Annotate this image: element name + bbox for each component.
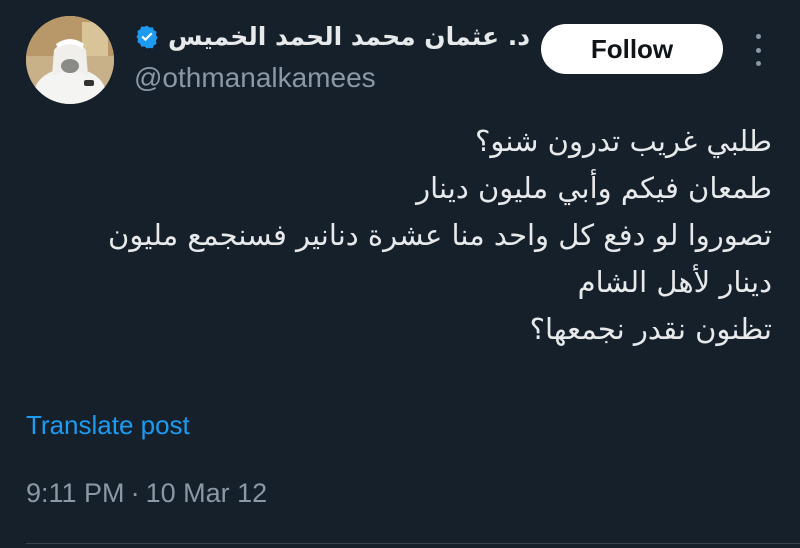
user-handle[interactable]: @othmanalkamees (134, 62, 376, 94)
follow-button[interactable]: Follow (541, 24, 723, 74)
divider (26, 543, 800, 544)
tweet-text: طلبي غريب تدرون شنو؟ طمعان فيكم وأبي ملي… (12, 118, 772, 353)
tweet-line: دينار لأهل الشام (577, 265, 772, 299)
timestamp[interactable]: 9:11 PM · 10 Mar 12 (26, 478, 267, 509)
post-time: 9:11 PM (26, 478, 125, 508)
post-date: 10 Mar 12 (145, 478, 268, 508)
more-dot (755, 47, 761, 53)
author-block: د. عثمان محمد الحمد الخميس @othmanalkame… (134, 18, 530, 98)
tweet-line: تصوروا لو دفع كل واحد منا عشرة دنانير فس… (108, 218, 772, 252)
tweet-line: طمعان فيكم وأبي مليون دينار (416, 171, 772, 205)
avatar-image (26, 16, 114, 104)
more-dot (755, 61, 761, 66)
tweet-line: تظنون نقدر نجمعها؟ (529, 312, 772, 346)
verified-badge-icon (136, 25, 158, 48)
more-dot (755, 34, 761, 39)
timestamp-separator: · (130, 478, 140, 508)
display-name[interactable]: د. عثمان محمد الحمد الخميس (168, 22, 530, 51)
more-vertical-icon[interactable] (748, 34, 768, 66)
tweet-card: د. عثمان محمد الحمد الخميس @othmanalkame… (0, 0, 800, 548)
tweet-line: طلبي غريب تدرون شنو؟ (475, 124, 772, 158)
avatar[interactable] (26, 16, 114, 104)
translate-post-link[interactable]: Translate post (26, 410, 190, 441)
display-name-row[interactable]: د. عثمان محمد الحمد الخميس (134, 22, 530, 51)
